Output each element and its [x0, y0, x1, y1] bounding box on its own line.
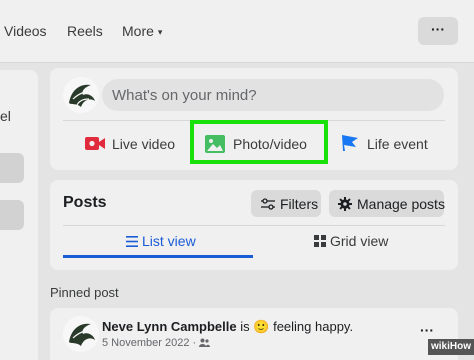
life-event-label: Life event — [367, 136, 428, 152]
list-icon — [126, 236, 138, 247]
left-panel-text: el — [0, 108, 11, 124]
tab-list-view[interactable]: List view — [126, 233, 196, 249]
list-view-label: List view — [142, 233, 196, 249]
caret-down-icon: ▾ — [157, 27, 163, 37]
photo-icon — [205, 135, 225, 153]
life-event-button[interactable]: Life event — [340, 126, 440, 162]
live-video-icon — [85, 137, 105, 150]
pinned-post-heading: Pinned post — [50, 285, 119, 300]
nav-tab-reels[interactable]: Reels — [67, 23, 103, 39]
manage-posts-label: Manage posts — [357, 196, 445, 212]
post-date-line: 5 November 2022 · — [102, 337, 211, 349]
nav-tab-videos[interactable]: Videos — [4, 23, 47, 39]
feeling-text: feeling happy. — [273, 319, 354, 334]
filters-button[interactable]: Filters — [251, 190, 321, 217]
profile-avatar[interactable] — [63, 77, 99, 113]
filters-label: Filters — [280, 196, 319, 212]
wikihow-watermark: wikiHow — [428, 339, 474, 355]
post-author-line: Neve Lynn Campbelle is 🙂 feeling happy. — [102, 319, 353, 335]
gear-icon — [338, 197, 352, 211]
more-options-button[interactable]: ··· — [418, 17, 458, 45]
avatar-image — [63, 316, 99, 352]
post-date[interactable]: 5 November 2022 · — [102, 337, 196, 349]
live-video-button[interactable]: Live video — [85, 126, 180, 162]
live-video-label: Live video — [112, 136, 176, 152]
photo-video-button[interactable]: Photo/video — [205, 126, 320, 162]
tab-grid-view[interactable]: Grid view — [314, 233, 388, 249]
left-panel-button-2[interactable] — [0, 200, 24, 230]
flag-icon — [342, 135, 358, 151]
sliders-icon — [261, 198, 275, 210]
nav-more-label: More — [122, 23, 154, 39]
nav-tab-more[interactable]: More ▾ — [122, 23, 162, 39]
photo-video-label: Photo/video — [233, 136, 307, 152]
post-options-button[interactable]: ··· — [420, 322, 434, 338]
friends-icon — [199, 338, 211, 347]
top-nav-bar: Videos Reels More ▾ ··· — [0, 0, 474, 63]
post-author-avatar[interactable] — [63, 316, 99, 352]
feeling-emoji-icon: 🙂 — [253, 319, 270, 334]
left-panel-button-1[interactable] — [0, 153, 24, 183]
manage-posts-button[interactable]: Manage posts — [329, 190, 445, 217]
status-prefix: is — [240, 319, 250, 334]
status-composer-input[interactable] — [102, 79, 444, 111]
post-author-name[interactable]: Neve Lynn Campbelle — [102, 319, 237, 334]
avatar-image — [63, 77, 99, 113]
posts-divider — [63, 225, 445, 226]
grid-icon — [314, 235, 326, 247]
posts-heading: Posts — [63, 194, 107, 211]
active-tab-indicator — [63, 255, 253, 258]
grid-view-label: Grid view — [330, 233, 389, 249]
